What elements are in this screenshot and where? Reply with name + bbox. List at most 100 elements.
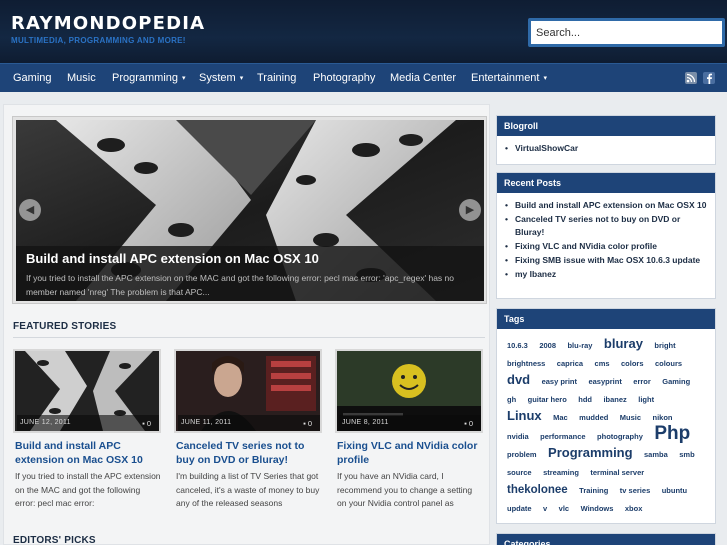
- blogroll-widget: Blogroll VirtualShowCar: [496, 115, 716, 165]
- widget-title: Recent Posts: [497, 173, 715, 193]
- nav-item-label: Media Center: [390, 72, 457, 84]
- caret-down-icon: ▾: [543, 75, 547, 82]
- comment-count[interactable]: ▪ 0: [142, 419, 151, 428]
- tag-link[interactable]: Programming: [548, 445, 633, 461]
- tag-link[interactable]: easy print: [542, 374, 577, 390]
- tag-link[interactable]: bluray: [604, 336, 643, 352]
- slider-image[interactable]: Build and install APC extension on Mac O…: [16, 120, 484, 301]
- tag-link[interactable]: error: [633, 374, 651, 390]
- list-item[interactable]: Build and install APC extension on Mac O…: [505, 199, 707, 212]
- blogroll-list: VirtualShowCar: [497, 136, 715, 160]
- tag-link[interactable]: nvidia: [507, 429, 529, 445]
- list-item[interactable]: VirtualShowCar: [505, 142, 707, 155]
- tag-link[interactable]: Training: [579, 483, 608, 499]
- list-item[interactable]: Fixing SMB issue with Mac OSX 10.6.3 upd…: [505, 254, 707, 267]
- card-excerpt: If you tried to install the APC extensio…: [15, 471, 161, 508]
- tag-link[interactable]: v: [543, 501, 547, 517]
- tag-link[interactable]: colours: [655, 356, 682, 372]
- nav-item-entertainment[interactable]: Entertainment ▾: [471, 72, 547, 84]
- nav-item-system[interactable]: System ▾: [199, 72, 243, 84]
- nav-item-label: Programming: [112, 72, 179, 84]
- tag-link[interactable]: performance: [540, 429, 585, 445]
- comment-count[interactable]: ▪ 0: [303, 419, 312, 428]
- tag-link[interactable]: vlc: [559, 501, 569, 517]
- tag-link[interactable]: samba: [644, 447, 668, 463]
- list-item[interactable]: Fixing VLC and NVidia color profile: [505, 240, 707, 253]
- editors-picks-heading: EDITORS' PICKS: [13, 535, 96, 545]
- widget-title: Blogroll: [497, 116, 715, 136]
- nav-item-label: Entertainment: [471, 72, 540, 84]
- comment-count-value: 0: [307, 419, 312, 428]
- tag-link[interactable]: 10.6.3: [507, 338, 528, 354]
- caret-down-icon: ▾: [239, 75, 244, 82]
- tag-link[interactable]: bright: [654, 338, 675, 354]
- tag-link[interactable]: ubuntu: [662, 483, 687, 499]
- tag-link[interactable]: Music: [620, 410, 641, 426]
- nav-item-programming[interactable]: Programming ▾: [112, 72, 186, 84]
- card-thumbnail[interactable]: JUNE 12, 2011 ▪ 0: [13, 349, 161, 433]
- tag-link[interactable]: mudded: [579, 410, 608, 426]
- tag-link[interactable]: Mac: [553, 410, 568, 426]
- widget-title: Categories: [497, 534, 715, 545]
- tag-link[interactable]: 2008: [539, 338, 556, 354]
- tag-link[interactable]: update: [507, 501, 532, 517]
- tag-link[interactable]: gh: [507, 392, 516, 408]
- tag-link[interactable]: source: [507, 465, 532, 481]
- card-thumbnail[interactable]: JUNE 8, 2011 ▪ 0: [335, 349, 483, 433]
- nav-item-music[interactable]: Music: [67, 72, 96, 84]
- tag-link[interactable]: hdd: [578, 392, 592, 408]
- nav-item-photography[interactable]: Photography: [313, 72, 375, 84]
- rss-icon[interactable]: [685, 72, 697, 84]
- slider-title[interactable]: Build and install APC extension on Mac O…: [26, 251, 319, 266]
- tag-link[interactable]: thekolonee: [507, 482, 568, 498]
- tag-link[interactable]: guitar hero: [528, 392, 567, 408]
- tag-link[interactable]: problem: [507, 447, 537, 463]
- tag-link[interactable]: colors: [621, 356, 644, 372]
- card-title[interactable]: Fixing VLC and NVidia color profile: [337, 439, 483, 467]
- search-box[interactable]: [528, 18, 725, 47]
- nav-item-gaming[interactable]: Gaming: [13, 72, 52, 84]
- chevron-right-icon[interactable]: ▶: [459, 199, 481, 221]
- comment-count-value: 0: [146, 419, 151, 428]
- tag-link[interactable]: terminal server: [590, 465, 644, 481]
- tag-link[interactable]: Gaming: [662, 374, 690, 390]
- tag-link[interactable]: ibanez: [603, 392, 626, 408]
- facebook-icon[interactable]: [703, 72, 715, 84]
- tag-link[interactable]: tv series: [620, 483, 650, 499]
- tag-link[interactable]: dvd: [507, 372, 530, 388]
- tag-link[interactable]: xbox: [625, 501, 643, 517]
- chevron-left-icon[interactable]: ◀: [19, 199, 41, 221]
- tag-link[interactable]: cms: [595, 356, 610, 372]
- site-title[interactable]: RAYMONDOPEDIA: [11, 13, 205, 34]
- nav-item-media-center[interactable]: Media Center: [390, 72, 456, 84]
- tags-widget: Tags 10.6.3 2008 blu-ray bluray bright b…: [496, 308, 716, 524]
- nav-item-label: Gaming: [13, 72, 52, 84]
- tag-link[interactable]: smb: [679, 447, 694, 463]
- tag-link[interactable]: brightness: [507, 356, 545, 372]
- card-title[interactable]: Build and install APC extension on Mac O…: [15, 439, 161, 467]
- section-divider: [13, 337, 485, 338]
- tag-link[interactable]: streaming: [543, 465, 579, 481]
- tag-link[interactable]: photography: [597, 429, 643, 445]
- tag-link[interactable]: light: [638, 392, 654, 408]
- nav-item-label: Music: [67, 72, 96, 84]
- featured-heading: FEATURED STORIES: [13, 321, 117, 332]
- site-header: RAYMONDOPEDIA MULTIMEDIA, PROGRAMMING AN…: [0, 0, 727, 63]
- tag-link[interactable]: caprica: [557, 356, 583, 372]
- caret-down-icon: ▾: [182, 75, 186, 82]
- tag-link[interactable]: Linux: [507, 408, 542, 424]
- list-item[interactable]: my Ibanez: [505, 268, 707, 281]
- tag-link[interactable]: Windows: [581, 501, 614, 517]
- tag-link[interactable]: blu-ray: [567, 338, 592, 354]
- comment-count[interactable]: ▪ 0: [464, 419, 473, 428]
- search-input[interactable]: [531, 21, 722, 44]
- card-title[interactable]: Canceled TV series not to buy on DVD or …: [176, 439, 322, 467]
- featured-slider: Build and install APC extension on Mac O…: [12, 116, 487, 304]
- tag-link[interactable]: Php: [654, 424, 690, 443]
- list-item[interactable]: Canceled TV series not to buy on DVD or …: [505, 213, 707, 238]
- categories-widget: Categories: [496, 533, 716, 545]
- tag-link[interactable]: easyprint: [588, 374, 621, 390]
- recent-posts-list: Build and install APC extension on Mac O…: [497, 193, 715, 286]
- card-thumbnail[interactable]: JUNE 11, 2011 ▪ 0: [174, 349, 322, 433]
- nav-item-training[interactable]: Training: [257, 72, 296, 84]
